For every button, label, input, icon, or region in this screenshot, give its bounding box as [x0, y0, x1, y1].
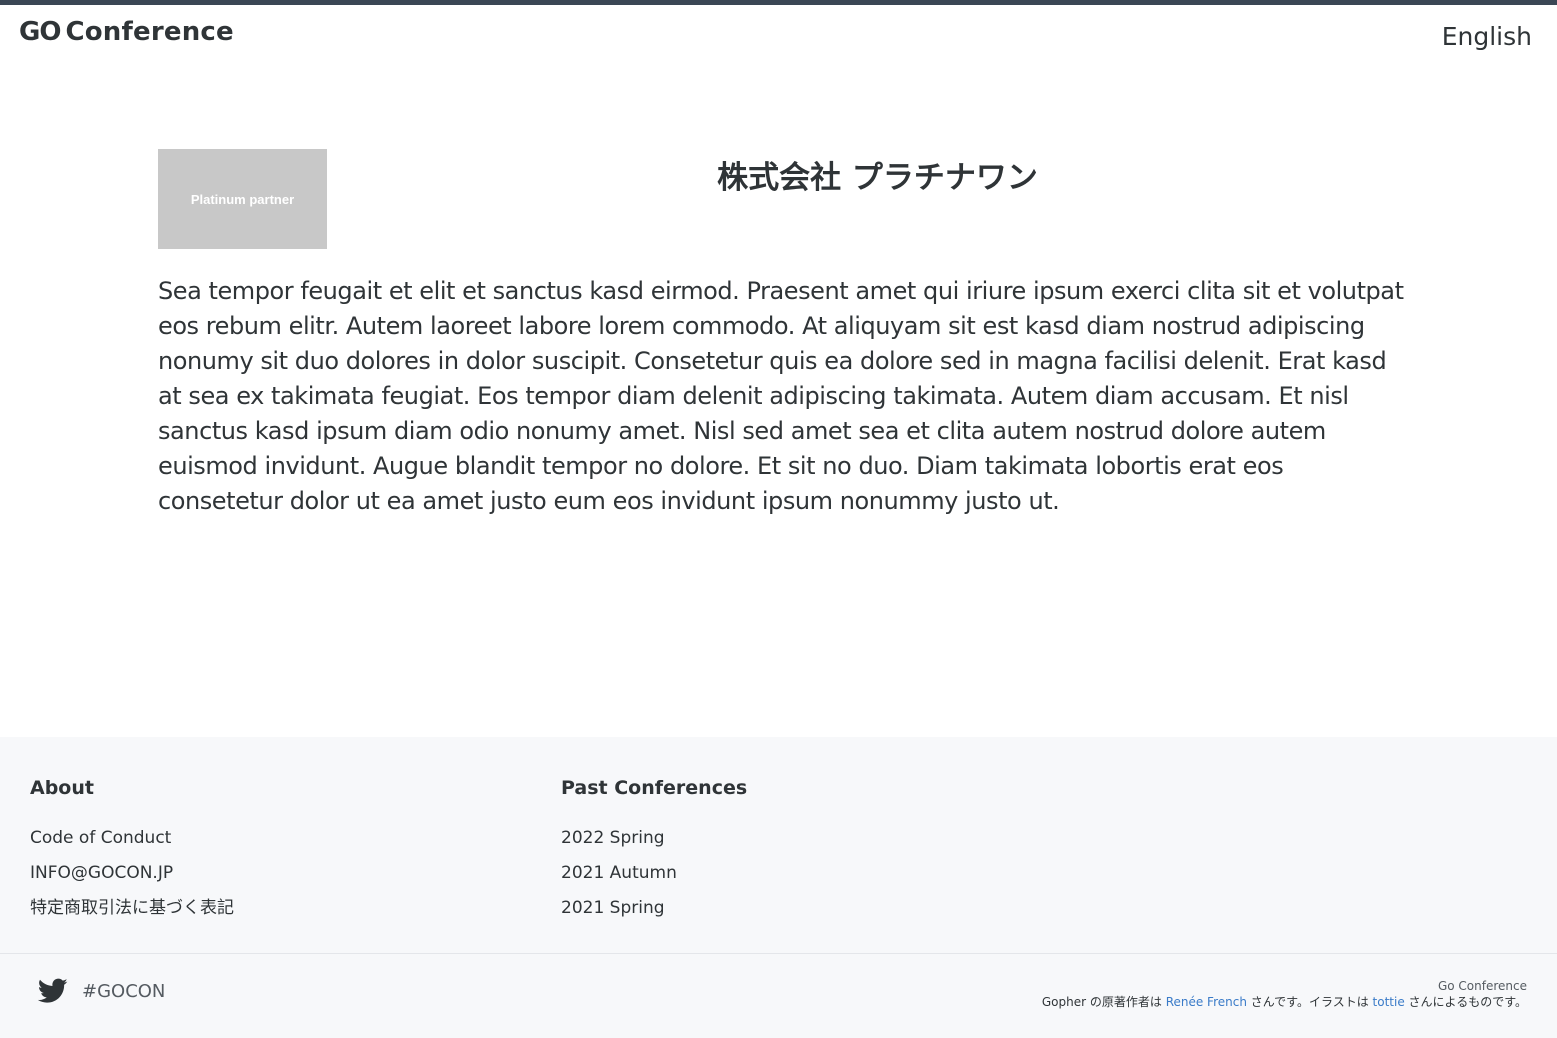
site-footer: About Code of Conduct INFO@GOCON.JP 特定商取… [0, 737, 1557, 1038]
footer-credits: Go Conference Gopher の原著作者は Renée French… [1042, 978, 1527, 1010]
site-logo[interactable]: GO Conference [19, 17, 234, 47]
logo-text: Conference [65, 17, 234, 47]
author-link[interactable]: Renée French [1166, 995, 1247, 1009]
credit-middle: さんです。イラストは [1246, 995, 1373, 1009]
commercial-transactions-link[interactable]: 特定商取引法に基づく表記 [30, 891, 234, 926]
credit-suffix: さんによるものです。 [1404, 995, 1527, 1009]
past-conference-link[interactable]: 2021 Spring [561, 891, 747, 926]
footer-conference-name: Go Conference [1437, 979, 1527, 993]
twitter-icon [38, 978, 68, 1003]
past-conference-link[interactable]: 2022 Spring [561, 821, 747, 856]
code-of-conduct-link[interactable]: Code of Conduct [30, 821, 234, 856]
partner-logo-label: Platinum partner [190, 191, 295, 207]
footer-divider [0, 953, 1557, 954]
language-switcher[interactable]: English [1442, 22, 1532, 51]
logo-go-mark: GO [19, 17, 61, 47]
past-conference-link[interactable]: 2021 Autumn [561, 856, 747, 891]
partner-description: Sea tempor feugait et elit et sanctus ka… [158, 277, 1404, 515]
footer-about-heading: About [30, 777, 94, 799]
site-header: GO Conference English [0, 5, 1557, 65]
footer-about-column: About Code of Conduct INFO@GOCON.JP 特定商取… [30, 775, 234, 926]
twitter-hashtag-link[interactable]: #GOCON [38, 978, 165, 1004]
footer-past-conferences-column: Past Conferences 2022 Spring 2021 Autumn… [561, 775, 747, 926]
contact-email-link[interactable]: INFO@GOCON.JP [30, 856, 234, 891]
twitter-hashtag: #GOCON [82, 980, 166, 1002]
footer-credit-line: Gopher の原著作者は Renée French さんです。イラストは to… [1042, 994, 1527, 1010]
partner-name: 株式会社 プラチナワン [717, 160, 1038, 196]
partner-logo-placeholder: Platinum partner [158, 149, 327, 249]
footer-past-heading: Past Conferences [561, 777, 748, 799]
illustrator-link[interactable]: tottie [1373, 995, 1405, 1009]
credit-prefix: Gopher の原著作者は [1041, 995, 1166, 1009]
